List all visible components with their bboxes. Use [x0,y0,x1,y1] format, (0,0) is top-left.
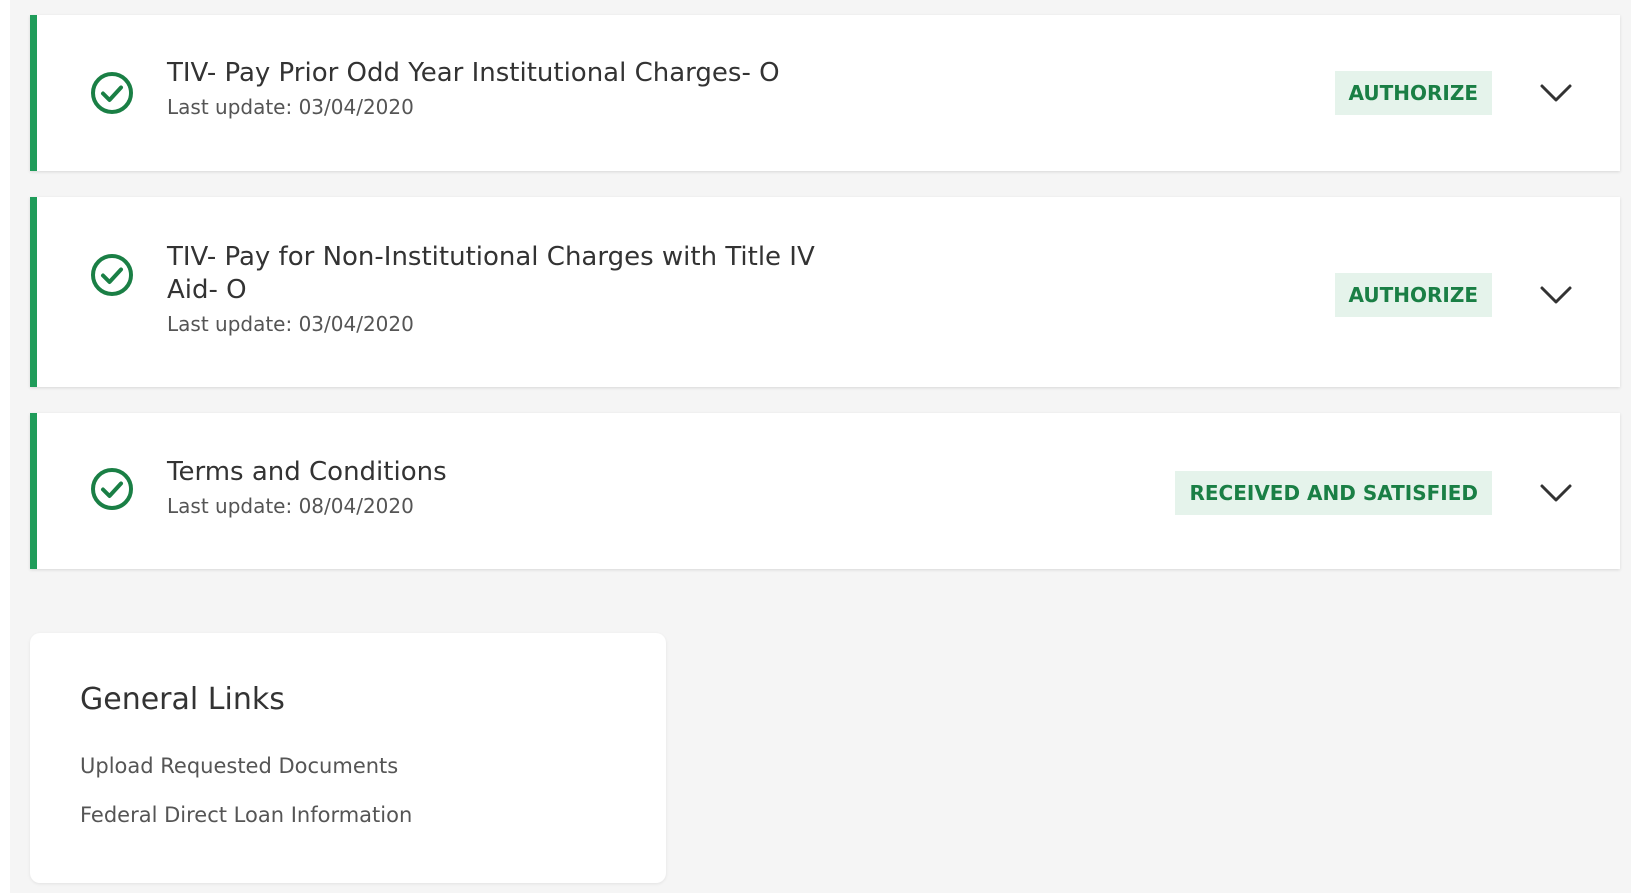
page-content: TIV- Pay Prior Odd Year Institutional Ch… [10,0,1631,893]
requirement-text: TIV- Pay Prior Odd Year Institutional Ch… [167,57,867,120]
last-update: Last update: 03/04/2020 [167,312,414,336]
check-circle-icon [91,72,133,114]
upload-documents-link[interactable]: Upload Requested Documents [80,752,398,780]
requirement-text: TIV- Pay for Non-Institutional Charges w… [167,241,867,337]
chevron-down-icon[interactable] [1538,475,1574,511]
requirement-card[interactable]: TIV- Pay for Non-Institutional Charges w… [30,197,1620,387]
last-update: Last update: 08/04/2020 [167,494,414,518]
requirement-text: Terms and Conditions Last update: 08/04/… [167,456,867,519]
federal-loan-info-link[interactable]: Federal Direct Loan Information [80,801,412,829]
general-links-card: General Links Upload Requested Documents… [30,633,666,883]
chevron-down-icon[interactable] [1538,277,1574,313]
requirement-card[interactable]: Terms and Conditions Last update: 08/04/… [30,413,1620,569]
status-badge: RECEIVED AND SATISFIED [1175,471,1492,515]
requirement-card[interactable]: TIV- Pay Prior Odd Year Institutional Ch… [30,15,1620,171]
check-circle-icon [91,254,133,296]
status-badge: AUTHORIZE [1334,71,1492,115]
last-update: Last update: 03/04/2020 [167,95,414,119]
requirement-title: TIV- Pay for Non-Institutional Charges w… [167,242,815,305]
chevron-down-icon[interactable] [1538,75,1574,111]
general-links-title: General Links [80,682,285,717]
check-circle-icon [91,468,133,510]
requirement-title: TIV- Pay Prior Odd Year Institutional Ch… [167,58,780,88]
requirement-title: Terms and Conditions [167,457,447,487]
status-badge: AUTHORIZE [1334,273,1492,317]
